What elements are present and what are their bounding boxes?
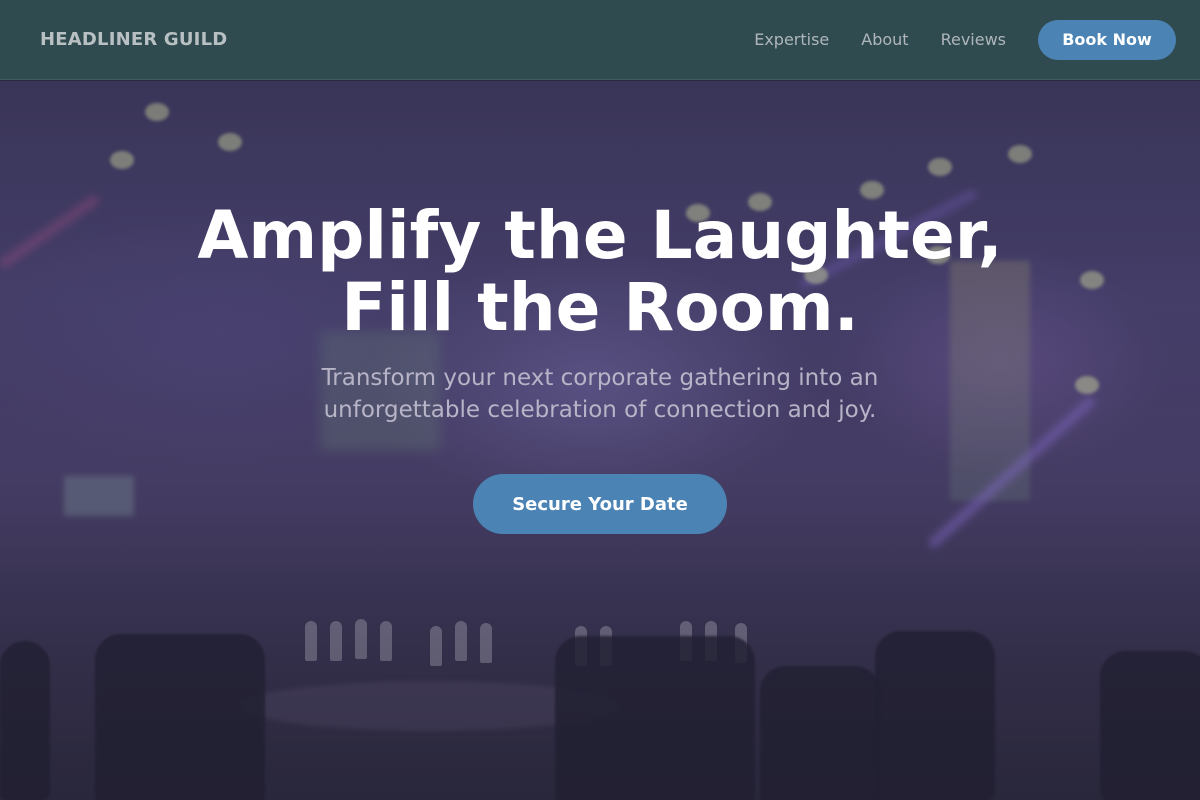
hero-headline: Amplify the Laughter, Fill the Room. <box>197 200 1002 344</box>
hero-subheading: Transform your next corporate gathering … <box>322 362 879 426</box>
book-now-button[interactable]: Book Now <box>1038 19 1176 60</box>
nav-link-about[interactable]: About <box>861 30 908 49</box>
hero-content: Amplify the Laughter, Fill the Room. Tra… <box>0 200 1200 534</box>
hero-subheading-line: unforgettable celebration of connection … <box>323 397 877 423</box>
hero-headline-line: Amplify the Laughter, <box>197 197 1003 274</box>
brand-logo[interactable]: HEADLINER GUILD <box>40 29 227 50</box>
secure-your-date-button[interactable]: Secure Your Date <box>473 474 727 534</box>
nav-link-expertise[interactable]: Expertise <box>754 30 829 49</box>
hero-headline-line: Fill the Room. <box>341 269 859 346</box>
main-nav: Expertise About Reviews Book Now <box>754 19 1176 60</box>
site-header: HEADLINER GUILD Expertise About Reviews … <box>0 0 1200 80</box>
nav-link-reviews[interactable]: Reviews <box>941 30 1006 49</box>
hero-subheading-line: Transform your next corporate gathering … <box>321 365 879 391</box>
